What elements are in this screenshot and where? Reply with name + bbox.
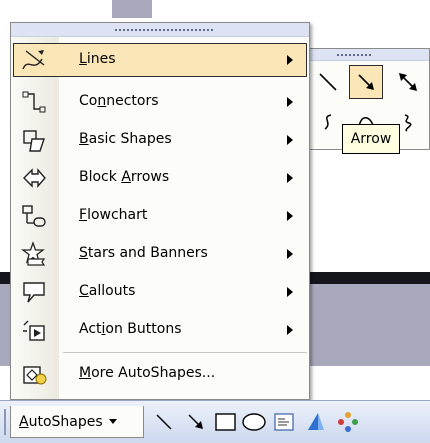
menu-item-flowchart[interactable]: Flowchart <box>11 197 311 235</box>
arrow-tool-icon[interactable] <box>182 408 210 436</box>
submenu-arrow-icon <box>287 287 293 297</box>
background-shape-top <box>112 0 152 18</box>
chevron-down-icon <box>108 419 117 424</box>
line-icon[interactable] <box>311 65 345 99</box>
callouts-icon <box>19 278 49 306</box>
diagram-tool-icon[interactable] <box>334 408 362 436</box>
basic-shapes-icon <box>19 126 49 154</box>
submenu-arrow-icon <box>287 55 293 65</box>
submenu-arrow-icon <box>287 249 293 259</box>
submenu-arrow-icon <box>287 173 293 183</box>
autoshapes-button[interactable]: AutoShapes <box>10 406 144 438</box>
text-box-tool-icon[interactable] <box>270 408 298 436</box>
oval-tool-icon[interactable] <box>240 408 268 436</box>
menu-item-stars-and-banners[interactable]: Stars and Banners <box>11 235 311 273</box>
rectangle-tool-icon[interactable] <box>212 408 240 436</box>
menu-separator <box>63 352 307 353</box>
connectors-icon <box>19 88 49 116</box>
double-arrow-icon[interactable] <box>391 65 425 99</box>
submenu-arrow-icon <box>287 211 293 221</box>
autoshapes-menu: Lines Connectors Basic Shapes Block Arro… <box>10 22 310 400</box>
menu-item-block-arrows[interactable]: Block Arrows <box>11 159 311 197</box>
wordart-tool-icon[interactable] <box>302 408 330 436</box>
arrow-icon[interactable] <box>349 65 383 99</box>
menu-item-callouts[interactable]: Callouts <box>11 273 311 311</box>
arrow-tooltip: Arrow <box>342 124 400 154</box>
submenu-arrow-icon <box>287 325 293 335</box>
toolbar-grip[interactable] <box>4 409 6 435</box>
menu-item-highlight <box>13 43 307 77</box>
drawing-toolbar: AutoShapes <box>0 400 430 443</box>
menu-item-label: Block Arrows <box>79 169 170 185</box>
menu-item-label: Basic Shapes <box>79 131 172 147</box>
lines-icon <box>19 46 49 74</box>
menu-item-connectors[interactable]: Connectors <box>11 83 311 121</box>
submenu-arrow-icon <box>287 97 293 107</box>
action-buttons-icon <box>19 316 49 344</box>
curve-icon[interactable] <box>311 105 345 139</box>
autoshapes-button-label: AutoShapes <box>19 413 103 430</box>
menu-item-label: Connectors <box>79 93 159 109</box>
menu-item-lines[interactable]: Lines <box>11 41 311 79</box>
menu-item-label: More AutoShapes... <box>79 365 216 381</box>
submenu-drag-handle[interactable] <box>307 49 429 61</box>
flowchart-icon <box>19 202 49 230</box>
menu-item-label: Flowchart <box>79 207 148 223</box>
menu-item-label: Lines <box>79 51 116 67</box>
menu-item-action-buttons[interactable]: Action Buttons <box>11 311 311 349</box>
menu-drag-handle[interactable] <box>11 23 309 37</box>
menu-item-basic-shapes[interactable]: Basic Shapes <box>11 121 311 159</box>
menu-item-label: Callouts <box>79 283 136 299</box>
menu-item-more-autoshapes[interactable]: More AutoShapes... <box>11 355 311 393</box>
stars-banners-icon <box>19 240 49 268</box>
line-tool-icon[interactable] <box>150 408 178 436</box>
more-autoshapes-icon <box>19 360 49 388</box>
block-arrows-icon <box>19 164 49 192</box>
menu-item-label: Action Buttons <box>79 321 182 337</box>
menu-item-label: Stars and Banners <box>79 245 208 261</box>
submenu-arrow-icon <box>287 135 293 145</box>
